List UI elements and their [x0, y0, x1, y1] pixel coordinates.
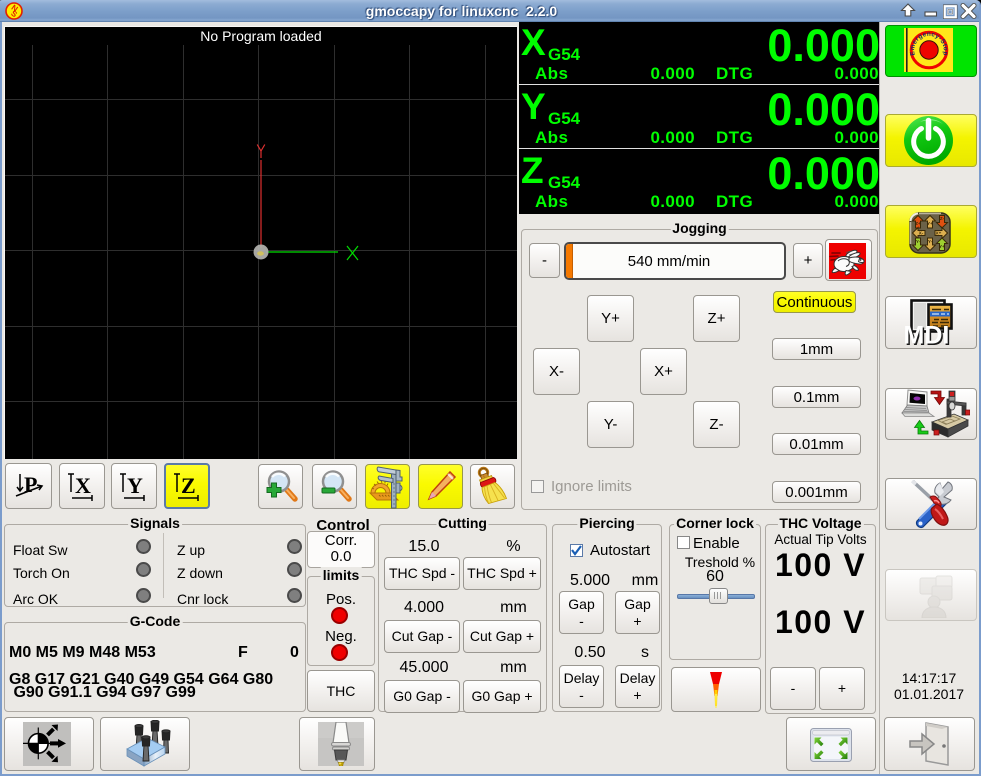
svg-text:Y+: Y+: [939, 244, 945, 249]
svg-text:Z: Z: [181, 473, 196, 498]
svg-text:Y+: Y+: [927, 221, 933, 226]
svg-text:Y: Y: [127, 473, 143, 498]
svg-text:Y-: Y-: [928, 239, 933, 244]
svg-text:Z+: Z+: [915, 221, 921, 226]
svg-text:X: X: [75, 473, 91, 498]
svg-text:Y-: Y-: [916, 239, 921, 244]
svg-text:MDI: MDI: [905, 322, 949, 349]
svg-text:X-: X-: [919, 231, 924, 236]
svg-text:P: P: [24, 472, 37, 497]
svg-text:X+: X+: [936, 231, 942, 236]
svg-text:Z-: Z-: [940, 216, 945, 221]
